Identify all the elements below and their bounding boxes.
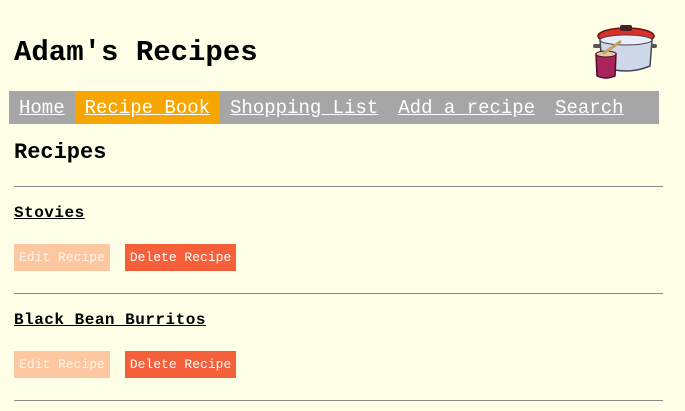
edit-recipe-button[interactable]: Edit Recipe — [14, 244, 110, 271]
edit-recipe-button[interactable]: Edit Recipe — [14, 351, 110, 378]
main-nav: Home Recipe Book Shopping List Add a rec… — [9, 91, 659, 124]
cooking-pot-icon — [593, 25, 657, 79]
nav-item-home[interactable]: Home — [9, 91, 75, 124]
delete-recipe-button[interactable]: Delete Recipe — [124, 244, 237, 271]
divider — [14, 293, 663, 294]
recipe-link[interactable]: Black Bean Burritos — [14, 311, 206, 329]
nav-item-search[interactable]: Search — [545, 91, 633, 124]
nav-item-add-recipe[interactable]: Add a recipe — [388, 91, 545, 124]
nav-item-recipe-book[interactable]: Recipe Book — [74, 91, 221, 124]
nav-item-shopping-list[interactable]: Shopping List — [220, 91, 388, 124]
page-title: Recipes — [14, 140, 107, 165]
list-item: Stovies Edit Recipe Delete Recipe — [14, 204, 663, 271]
site-title: Adam's Recipes — [14, 36, 258, 69]
recipe-link[interactable]: Stovies — [14, 204, 85, 222]
divider — [14, 186, 663, 187]
divider — [14, 400, 663, 401]
delete-recipe-button[interactable]: Delete Recipe — [124, 351, 237, 378]
list-item: Black Bean Burritos Edit Recipe Delete R… — [14, 311, 663, 378]
recipe-actions: Edit Recipe Delete Recipe — [14, 351, 237, 378]
recipe-actions: Edit Recipe Delete Recipe — [14, 244, 237, 271]
